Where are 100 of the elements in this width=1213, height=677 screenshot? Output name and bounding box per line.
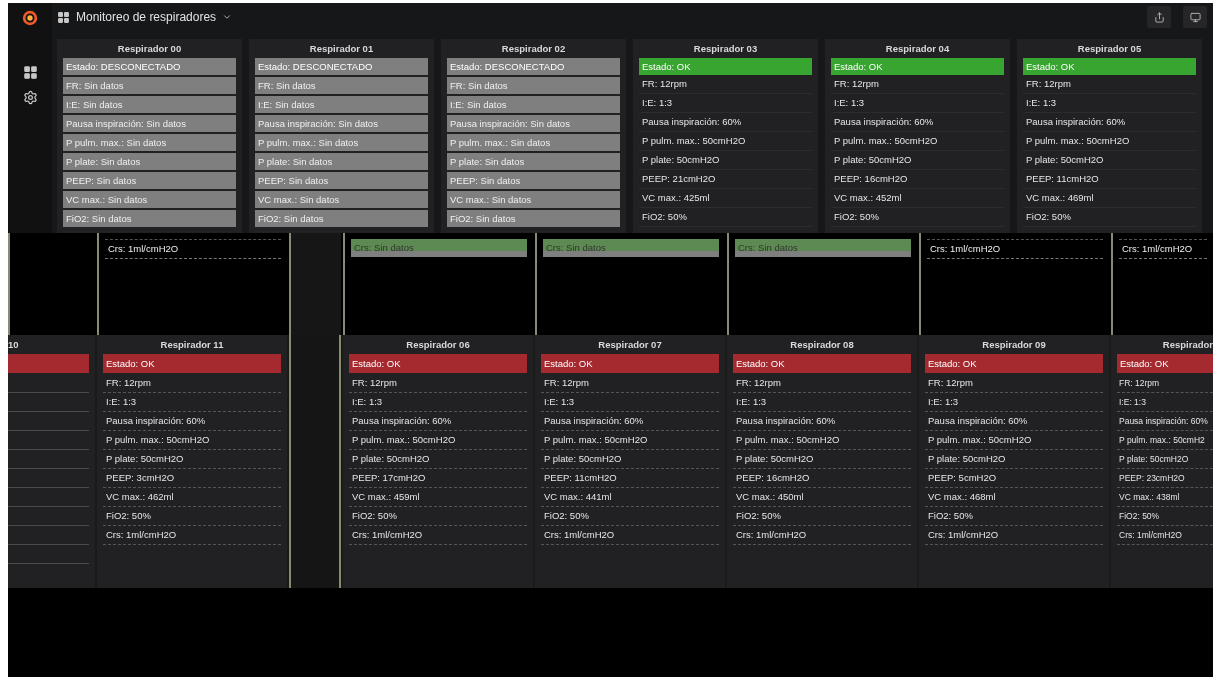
dashboard-title[interactable]: Monitoreo de respiradores: [76, 10, 217, 24]
metric-row: FiO2: 50%: [831, 208, 1004, 227]
metric-row: P pulm. max.: Sin datos: [447, 134, 620, 151]
metric-row: P pulm. max.: 50cmH2O: [103, 431, 281, 450]
metric-row: P pulm. max.: Sin datos: [63, 134, 236, 151]
panel-title: Respirador 08: [789, 338, 855, 352]
metric-row: VC max.: 462ml: [103, 488, 281, 507]
metric-row: FR: Sin datos: [255, 77, 428, 94]
metric-row: PEEP: 16cmH2O: [733, 469, 911, 488]
metric-row: I:E: 1:3: [1023, 94, 1196, 113]
panel-title: Respirador 03: [692, 42, 759, 56]
metric-row: PEEP: Sin datos: [63, 172, 236, 189]
panel-title: Respirador 00: [116, 42, 183, 56]
metric-row: FR: 12rpm: [925, 374, 1103, 393]
metric-row: FiO2: Sin datos: [63, 210, 236, 227]
metric-row: FR: 12rpm: [639, 75, 812, 94]
status-bar: Estado: OK: [733, 354, 911, 373]
status-bar: Estado: OK: [639, 58, 812, 75]
metric-row: FR: 12rpm: [1117, 374, 1213, 393]
metric-row: Crs: Sin datos: [735, 239, 911, 257]
metric-row: PEEP: 21cmH2O: [639, 170, 812, 189]
metric-row: P plate: 50cmH2O: [103, 450, 281, 469]
metric-row: VC max.: 438ml: [1117, 488, 1213, 507]
metric-row: P plate: 50cmH2O: [925, 450, 1103, 469]
metric-row: P pulm. max.: Sin datos: [255, 134, 428, 151]
metric-row: PEEP: Sin datos: [447, 172, 620, 189]
view-mode-button[interactable]: [1183, 6, 1207, 28]
metric-row: PEEP: 17cmH2O: [349, 469, 527, 488]
metric-row: I:E: 1:3: [831, 94, 1004, 113]
metric-row: FR: 12rpm: [349, 374, 527, 393]
panel-title: Respirador 06: [405, 338, 471, 352]
metric-row: I:E: 1:3: [349, 393, 527, 412]
metric-row: VC max.: Sin datos: [63, 191, 236, 208]
metric-row: P pulm. max.: 50cmH2O: [349, 431, 527, 450]
metric-row: PEEP: 11cmH2O: [541, 469, 719, 488]
metric-row: Pausa inspiración: 60%: [541, 412, 719, 431]
status-bar: Estado: OK: [541, 354, 719, 373]
metric-row: P plate: 50cmH2O: [639, 151, 812, 170]
metric-row: FR: Sin datos: [63, 77, 236, 94]
metric-row: P plate: Sin datos: [255, 153, 428, 170]
settings-icon[interactable]: [22, 90, 38, 105]
metric-row: P pulm. max.: 50cmH2O: [831, 132, 1004, 151]
panel-title: Respirador 09: [981, 338, 1047, 352]
metric-row: FiO2: 50%: [925, 507, 1103, 526]
panel-title: Respirador 05: [1076, 42, 1143, 56]
metric-row: Crs: 1ml/cmH2O: [103, 526, 281, 545]
metric-row: PEEP: 11cmH2O: [1023, 170, 1196, 189]
metric-row: Pausa inspiración: 60%: [349, 412, 527, 431]
metric-row: P plate: 50cmH2O: [349, 450, 527, 469]
metric-row: FiO2: 50%: [1023, 208, 1196, 227]
metric-row: Pausa inspiración: 60%: [639, 113, 812, 132]
metric-row: FR: 12rpm: [733, 374, 911, 393]
metric-row: P pulm. max.: 50cmH2O: [1023, 132, 1196, 151]
metric-row: I:E: Sin datos: [63, 96, 236, 113]
status-bar: Estado: OK: [1117, 354, 1213, 373]
metric-row: VC max.: 469ml: [1023, 189, 1196, 208]
status-bar: Estado: OK: [103, 354, 281, 373]
metric-row: Pausa inspiración: 60%: [1023, 113, 1196, 132]
metric-row: FiO2: 50%: [639, 208, 812, 227]
metric-row: VC max.: Sin datos: [255, 191, 428, 208]
logo-icon[interactable]: [21, 9, 39, 27]
metric-row: PEEP: 5cmH2O: [925, 469, 1103, 488]
metric-row: Crs: 1ml/cmH2O: [349, 526, 527, 545]
metric-row: VC max.: 459ml: [349, 488, 527, 507]
metric-row: PEEP: Sin datos: [255, 172, 428, 189]
metric-row: Pausa inspiración: 60%: [733, 412, 911, 431]
metric-row: Pausa inspiración: 60%: [103, 412, 281, 431]
caret-icon[interactable]: [222, 12, 233, 22]
metric-row: FiO2: 50%: [541, 507, 719, 526]
dashboard-icon: [57, 10, 70, 24]
metric-row: I:E: 1:3: [639, 94, 812, 113]
monitor-icon: [1189, 11, 1201, 23]
metric-row: PEEP: 23cmH2O: [1117, 469, 1213, 488]
metric-row: Crs: 1ml/cmH2O: [1117, 526, 1213, 545]
metric-row: I:E: 1:3: [1117, 393, 1213, 412]
metric-row: I:E: 1:3: [103, 393, 281, 412]
metric-row: Pausa inspiración: 60%: [831, 113, 1004, 132]
status-bar: Estado: OK: [1023, 58, 1196, 75]
share-button[interactable]: [1147, 6, 1171, 28]
metric-row: Pausa inspiración: 60%: [1117, 412, 1213, 431]
metric-row: P plate: 50cmH2O: [1023, 151, 1196, 170]
metric-row: P plate: 50cmH2O: [733, 450, 911, 469]
metric-row: FiO2: Sin datos: [255, 210, 428, 227]
metric-row: FR: Sin datos: [447, 77, 620, 94]
metric-row: Crs: 1ml/cmH2O: [733, 526, 911, 545]
panel-title: Respirador 04: [884, 42, 951, 56]
dashboards-icon[interactable]: [22, 65, 38, 80]
metric-row: P plate: 50cmH2O: [831, 151, 1004, 170]
metric-row: Crs: 1ml/cmH2O: [541, 526, 719, 545]
metric-row: VC max.: 425ml: [639, 189, 812, 208]
metric-row: FR: 12rpm: [541, 374, 719, 393]
panel-title: Respirador 07: [597, 338, 663, 352]
metric-row: VC max.: 452ml: [831, 189, 1004, 208]
metric-row: FiO2: 50%: [103, 507, 281, 526]
panel-title: Respirador 11: [159, 338, 225, 352]
metric-row: P pulm. max.: 50cmH2O: [733, 431, 911, 450]
metric-row: Crs: Sin datos: [351, 239, 527, 257]
metric-row: P pulm. max.: 50cmH2O: [639, 132, 812, 151]
metric-row: I:E: Sin datos: [255, 96, 428, 113]
metric-row: VC max.: 441ml: [541, 488, 719, 507]
